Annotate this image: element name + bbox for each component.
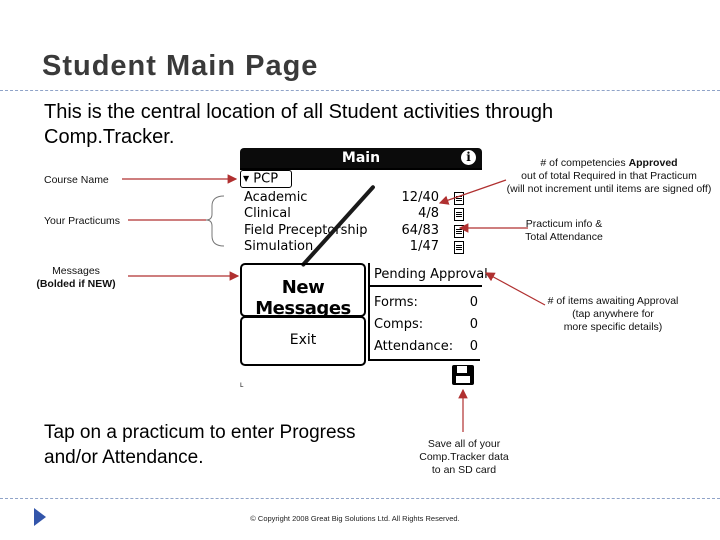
annotation-competencies-line3: (will not increment until items are sign… (506, 183, 712, 195)
bottom-instruction: Tap on a practicum to enter Progress and… (44, 422, 356, 468)
annotation-awaiting-line3: more specific details) (563, 321, 663, 333)
pending-row-comps[interactable]: Comps: 0 (374, 315, 478, 335)
annotation-awaiting-approval: # of items awaiting Approval (tap anywhe… (530, 295, 696, 334)
practicum-info-icon[interactable] (454, 192, 464, 205)
annotation-competencies-bold: Approved (628, 157, 678, 169)
practicum-name: Field Preceptorship (244, 223, 368, 238)
annotation-your-practicums: Your Practicums (44, 215, 121, 227)
annotation-awaiting-line1: # of items awaiting Approval (547, 295, 679, 307)
practicum-info-icon[interactable] (454, 225, 464, 238)
pending-label: Forms: (374, 295, 418, 310)
annotation-save-line2: Comp.Tracker data (419, 451, 509, 463)
course-selector[interactable]: ▼ PCP (240, 170, 292, 188)
title-divider (0, 90, 720, 91)
course-selector-label: PCP (253, 171, 279, 187)
practicum-count: 12/40 (401, 190, 439, 205)
pending-row-attendance[interactable]: Attendance: 0 (374, 337, 478, 357)
practicum-count: 64/83 (401, 223, 439, 238)
new-messages-button[interactable]: New Messages (240, 263, 366, 319)
practicum-count: 4/8 (418, 206, 439, 221)
palm-title: Main (341, 150, 381, 166)
pending-approval-title: Pending Approval (374, 267, 488, 282)
practicum-info-icon[interactable] (454, 241, 464, 254)
annotation-messages-line1: Messages (52, 265, 100, 277)
footer-divider (0, 498, 720, 499)
practicum-count: 1/47 (409, 239, 439, 254)
annotation-practicum-info-line2: Total Attendance (525, 231, 603, 243)
practicum-name: Academic (244, 190, 308, 205)
annotation-awaiting-line2: (tap anywhere for (572, 308, 654, 320)
annotation-save-line3: to an SD card (431, 464, 497, 476)
corner-mark: L (240, 382, 244, 389)
annotation-save-line1: Save all of your (427, 438, 501, 450)
exit-button[interactable]: Exit (240, 316, 366, 366)
annotation-competencies-pre: # of competencies (540, 157, 629, 169)
practicum-row-field-preceptorship[interactable]: Field Preceptorship 64/83 (244, 223, 476, 239)
slide-title: Student Main Page (42, 50, 319, 82)
annotation-competencies: # of competencies Approved out of total … (498, 157, 720, 196)
footer-bullet-icon (34, 508, 46, 526)
palm-title-bar: Main i (240, 148, 482, 170)
dropdown-triangle-icon: ▼ (243, 174, 250, 183)
exit-label: Exit (289, 332, 317, 348)
pending-divider (370, 285, 482, 287)
annotation-save: Save all of your Comp.Tracker data to an… (408, 438, 520, 477)
save-floppy-icon[interactable] (452, 365, 474, 385)
palm-screen: Main i ▼ PCP Academic 12/40 Clinical 4/8… (240, 148, 488, 389)
annotation-messages: Messages (Bolded if NEW) (26, 265, 126, 291)
pending-value: 0 (469, 317, 478, 332)
practicum-name: Simulation (244, 239, 314, 254)
pending-value: 0 (469, 339, 478, 354)
annotation-practicum-info: Practicum info & Total Attendance (512, 218, 616, 244)
annotation-practicum-info-line1: Practicum info & (525, 218, 603, 230)
practicum-info-icon[interactable] (454, 208, 464, 221)
practicum-row-clinical[interactable]: Clinical 4/8 (244, 206, 476, 222)
practicum-name: Clinical (244, 206, 291, 221)
copyright-text: © Copyright 2008 Great Big Solutions Ltd… (250, 514, 460, 523)
pending-row-forms[interactable]: Forms: 0 (374, 293, 478, 313)
annotation-course-name: Course Name (44, 174, 109, 186)
info-icon[interactable]: i (461, 150, 476, 165)
annotation-messages-line2: (Bolded if NEW) (36, 278, 116, 290)
new-messages-label: New Messages (255, 277, 351, 319)
practicum-row-simulation[interactable]: Simulation 1/47 (244, 239, 476, 255)
pending-label: Attendance: (374, 339, 454, 354)
pending-value: 0 (469, 295, 478, 310)
practicums-brace (205, 195, 225, 247)
annotation-competencies-line1: # of competencies Approved (498, 157, 720, 170)
pending-approval-panel[interactable]: Pending Approval Forms: 0 Comps: 0 Atten… (368, 263, 488, 361)
intro-text: This is the central location of all Stud… (44, 101, 554, 148)
annotation-competencies-line2: out of total Required in that Practicum (521, 170, 697, 182)
pending-label: Comps: (374, 317, 424, 332)
